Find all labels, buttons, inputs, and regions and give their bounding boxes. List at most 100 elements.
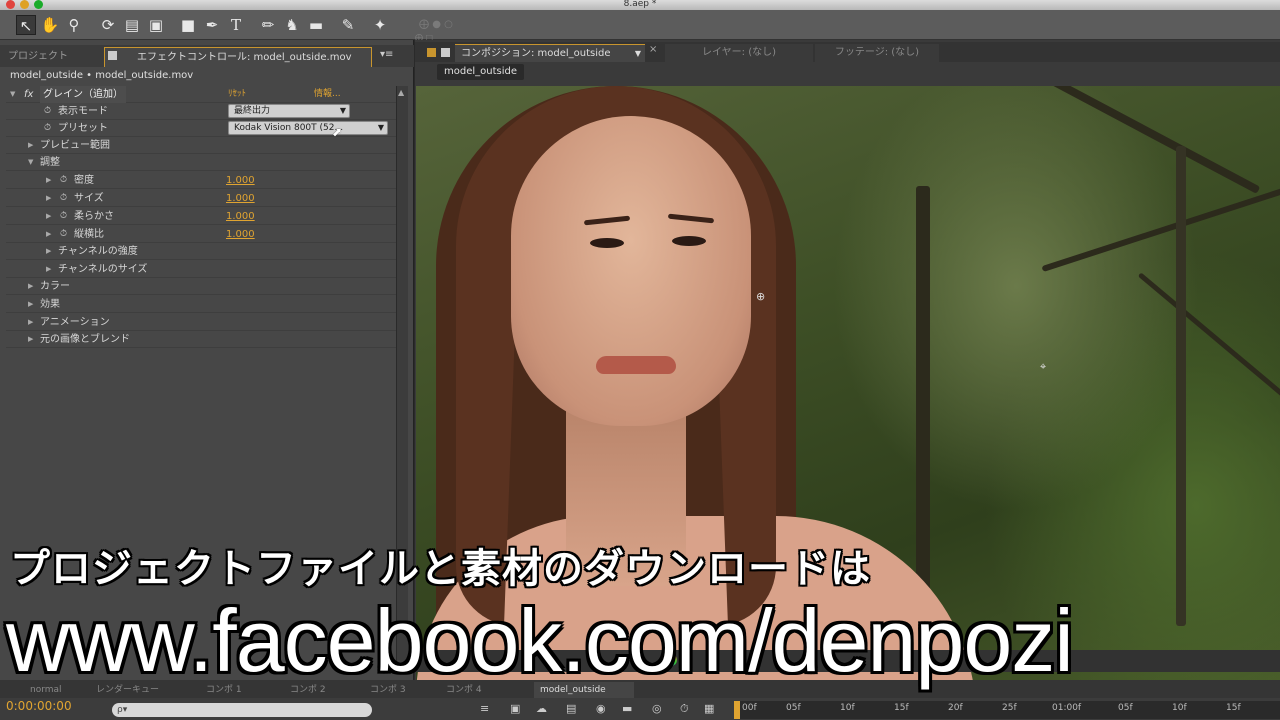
expand-triangle-icon[interactable]: ▶	[28, 137, 33, 154]
tree-branch	[991, 86, 1261, 194]
pan-behind-tool-icon[interactable]: ▣	[146, 15, 166, 35]
ruler-label: 05f	[786, 703, 801, 713]
roto-brush-tool-icon[interactable]: ✎	[338, 15, 358, 35]
ruler-label: 05f	[1118, 703, 1133, 713]
softness-label: 柔らかさ	[74, 211, 114, 222]
lips	[596, 356, 676, 374]
current-time[interactable]: 0:00:00:00	[6, 699, 72, 713]
softness-value[interactable]: 1.000	[226, 208, 255, 225]
channel-intensity-label: チャンネルの強度	[58, 246, 138, 257]
zoom-tool-icon[interactable]: ⚲	[64, 15, 84, 35]
expand-triangle-icon[interactable]: ▶	[46, 243, 51, 260]
aspect-value[interactable]: 1.000	[226, 226, 255, 243]
tab-footage[interactable]: フッテージ: (なし)	[815, 44, 939, 62]
color-row[interactable]: ▶ カラー	[6, 278, 396, 295]
stopwatch-icon[interactable]: ⏱	[60, 226, 67, 243]
blend-row[interactable]: ▶ 元の画像とブレンド	[6, 331, 396, 348]
hand-tool-icon[interactable]: ✋	[40, 15, 60, 35]
rectangle-tool-icon[interactable]: ■	[178, 15, 198, 35]
timeline-search-input[interactable]: ρ▾	[112, 703, 372, 717]
panel-menu-icon[interactable]: ▾≡	[380, 49, 393, 60]
preview-region-row[interactable]: ▶ プレビュー範囲	[6, 137, 396, 154]
size-row: ▶ ⏱ サイズ 1.000	[6, 190, 396, 207]
face	[511, 116, 751, 426]
tree-trunk	[916, 186, 930, 626]
effect-section-row[interactable]: ▶ 効果	[6, 296, 396, 313]
tab-effect-controls[interactable]: エフェクトコントロール: model_outside.mov	[104, 47, 372, 67]
lock-icon[interactable]	[108, 51, 117, 60]
expand-triangle-icon[interactable]: ▶	[28, 278, 33, 295]
display-mode-label: 表示モード	[58, 106, 108, 117]
expand-triangle-icon[interactable]: ▶	[46, 261, 51, 278]
stopwatch-icon[interactable]: ⏱	[44, 120, 51, 137]
stopwatch-icon[interactable]: ⏱	[60, 190, 67, 207]
expand-triangle-icon[interactable]: ▶	[46, 208, 51, 225]
rotation-tool-icon[interactable]: ⟳	[98, 15, 118, 35]
tab-project[interactable]: プロジェクト	[0, 47, 96, 67]
draft-3d-icon[interactable]: ▣	[510, 702, 520, 715]
type-tool-icon[interactable]: T	[226, 15, 246, 35]
ruler-label: 15f	[894, 703, 909, 713]
pen-tool-icon[interactable]: ✒	[202, 15, 222, 35]
chevron-down-icon[interactable]: ▼	[635, 45, 641, 63]
tab-composition[interactable]: コンポジション: model_outside ▼	[455, 44, 645, 62]
effect-name[interactable]: グレイン（追加）	[40, 86, 126, 103]
animation-row[interactable]: ▶ アニメーション	[6, 314, 396, 331]
channel-size-row[interactable]: ▶ チャンネルのサイズ	[6, 261, 396, 278]
brainstorm-icon[interactable]: ▬	[622, 702, 632, 715]
channel-intensity-row[interactable]: ▶ チャンネルの強度	[6, 243, 396, 260]
tools-panel: ↖ ✋ ⚲ ⟳ ▤ ▣ ■ ✒ T ✏ ♞ ▬ ✎ ✦ ⨁ ● ○ ⨁ □	[0, 10, 1280, 42]
puppet-pin-tool-icon[interactable]: ✦	[370, 15, 390, 35]
stopwatch-icon[interactable]: ⏱	[60, 208, 67, 225]
selection-tool-icon[interactable]: ↖	[16, 15, 36, 35]
expand-triangle-icon[interactable]: ▶	[28, 331, 33, 348]
expand-triangle-icon[interactable]: ▶	[46, 190, 51, 207]
point-control-icon[interactable]: ⌖	[1040, 360, 1046, 374]
softness-row: ▶ ⏱ 柔らかさ 1.000	[6, 208, 396, 225]
tab-layer[interactable]: レイヤー: (なし)	[665, 44, 813, 62]
collapse-triangle-icon[interactable]: ▼	[28, 154, 33, 171]
camera-tool-icon[interactable]: ▤	[122, 15, 142, 35]
graph-editor-icon[interactable]: ◎	[652, 702, 662, 715]
adjust-label: 調整	[40, 157, 60, 168]
preset-dropdown[interactable]: Kodak Vision 800T (52... ▼	[228, 121, 388, 135]
motion-blur-icon[interactable]: ◉	[596, 702, 606, 715]
right-eye	[672, 236, 706, 246]
expand-triangle-icon[interactable]: ▶	[28, 296, 33, 313]
display-mode-dropdown[interactable]: 最終出力 ▼	[228, 104, 350, 118]
timeline-header: 0:00:00:00 ρ▾ ≡ ▣ ☁ ▤ ◉ ▬ ◎ ⏱ ▦ 00f 05f …	[0, 698, 1280, 720]
reset-link[interactable]: ﾘｾｯﾄ	[228, 86, 246, 103]
eraser-tool-icon[interactable]: ▬	[306, 15, 326, 35]
stopwatch-icon[interactable]: ⏱	[44, 103, 51, 120]
stopwatch-icon[interactable]: ⏱	[60, 172, 67, 189]
comp-mini-flowchart-icon[interactable]: ≡	[480, 702, 489, 715]
timeline-view-icon[interactable]: ▦	[704, 702, 714, 715]
density-row: ▶ ⏱ 密度 1.000	[6, 172, 396, 189]
fx-toggle[interactable]: fx	[24, 86, 33, 103]
channel-size-label: チャンネルのサイズ	[58, 264, 148, 275]
brush-tool-icon[interactable]: ✏	[258, 15, 278, 35]
composition-breadcrumb[interactable]: model_outside	[437, 64, 525, 80]
lock-icon[interactable]	[441, 48, 450, 57]
expand-triangle-icon[interactable]: ▶	[28, 314, 33, 331]
shy-icon[interactable]: ☁	[536, 702, 547, 715]
about-link[interactable]: 情報...	[314, 86, 341, 103]
clone-stamp-tool-icon[interactable]: ♞	[282, 15, 302, 35]
scroll-up-icon[interactable]: ▲	[398, 88, 404, 97]
viewer-tabs: コンポジション: model_outside ▼ × レイヤー: (なし) フッ…	[415, 42, 1280, 62]
expand-triangle-icon[interactable]: ▼	[10, 86, 15, 103]
expand-triangle-icon[interactable]: ▶	[46, 226, 51, 243]
frame-blending-icon[interactable]: ▤	[566, 702, 576, 715]
time-ruler[interactable]: 00f 05f 10f 15f 20f 25f 01:00f 05f 10f 1…	[734, 701, 1280, 719]
after-effects-window: 8.aep * ↖ ✋ ⚲ ⟳ ▤ ▣ ■ ✒ T ✏ ♞ ▬ ✎ ✦ ⨁ ● …	[0, 0, 1280, 720]
adjust-row[interactable]: ▼ 調整	[6, 154, 396, 171]
close-tab-icon[interactable]: ×	[649, 44, 657, 55]
ruler-label: 10f	[840, 703, 855, 713]
density-value[interactable]: 1.000	[226, 172, 255, 189]
anchor-point-icon[interactable]: ⊕	[756, 290, 765, 303]
size-value[interactable]: 1.000	[226, 190, 255, 207]
effect-header-row[interactable]: ▼ fx グレイン（追加） ﾘｾｯﾄ 情報...	[6, 86, 396, 103]
live-update-icon[interactable]: ⏱	[680, 702, 689, 716]
expand-triangle-icon[interactable]: ▶	[46, 172, 51, 189]
aspect-row: ▶ ⏱ 縦横比 1.000	[6, 226, 396, 243]
